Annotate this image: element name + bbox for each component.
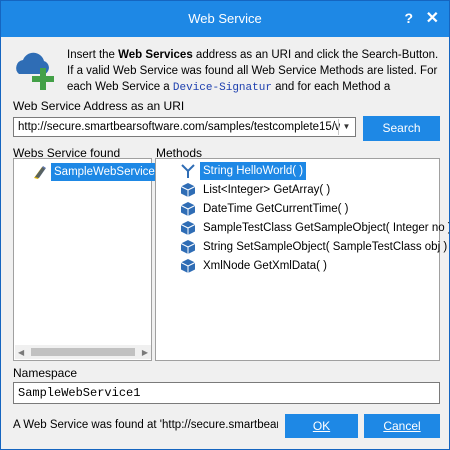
address-label: Web Service Address as an URI xyxy=(13,99,185,113)
methods-list[interactable]: String HelloWorld( ) List<Integer> GetAr… xyxy=(155,158,449,361)
help-button[interactable]: ? xyxy=(404,10,413,26)
status-text: A Web Service was found at 'http://secur… xyxy=(13,419,278,431)
ok-button[interactable]: OK xyxy=(285,414,358,438)
cube-icon xyxy=(180,183,196,197)
close-button[interactable]: ✕ xyxy=(426,8,439,28)
ok-label: OK xyxy=(312,419,331,433)
address-value: http://secure.smartbearsoftware.com/samp… xyxy=(18,121,340,133)
namespace-input[interactable]: SampleWebService1 xyxy=(13,382,440,404)
web-service-icon xyxy=(34,166,46,179)
namespace-value: SampleWebService1 xyxy=(18,386,141,400)
service-item-samplewebservice[interactable]: SampleWebService xyxy=(32,163,164,181)
search-button[interactable]: Search xyxy=(363,116,440,141)
title-bar[interactable]: Web Service ? ✕ xyxy=(1,1,449,37)
device-signature-term: Device-Signatur xyxy=(172,82,272,94)
cloud-add-icon xyxy=(16,52,54,90)
chevron-down-icon[interactable]: ▼ xyxy=(338,119,354,135)
method-label: List<Integer> GetArray( ) xyxy=(203,184,331,196)
cube-icon xyxy=(180,221,196,235)
cancel-button[interactable]: Cancel xyxy=(364,414,440,438)
method-item[interactable]: XmlNode GetXmlData( ) xyxy=(180,257,436,275)
method-label: XmlNode GetXmlData( ) xyxy=(203,260,327,272)
namespace-label: Namespace xyxy=(13,366,78,380)
web-service-dialog: Web Service ? ✕ Insert the Web Services … xyxy=(0,0,450,450)
method-item[interactable]: List<Integer> GetArray( ) xyxy=(180,181,436,199)
intro-text: Insert the Web Services address as an UR… xyxy=(67,49,439,94)
cube-icon xyxy=(180,202,196,216)
method-label: String HelloWorld( ) xyxy=(200,162,307,180)
services-list[interactable]: SampleWebService ◀ ▶ xyxy=(13,158,158,361)
cancel-label: Cancel xyxy=(383,419,421,433)
method-label: String SetSampleObject( SampleTestClass … xyxy=(203,241,448,253)
services-horizontal-scrollbar[interactable]: ◀ ▶ xyxy=(15,345,151,359)
method-item[interactable]: String HelloWorld( ) xyxy=(180,162,436,180)
service-item-label: SampleWebService xyxy=(51,163,158,181)
method-item[interactable]: DateTime GetCurrentTime( ) xyxy=(180,200,436,218)
method-item[interactable]: String SetSampleObject( SampleTestClass … xyxy=(180,238,447,256)
cube-icon xyxy=(180,259,196,273)
scroll-left-icon[interactable]: ◀ xyxy=(18,348,24,357)
address-combobox[interactable]: http://secure.smartbearsoftware.com/samp… xyxy=(13,117,356,137)
method-selected-icon xyxy=(181,164,195,178)
scrollbar-thumb[interactable] xyxy=(31,348,135,356)
scroll-right-icon[interactable]: ▶ xyxy=(142,348,148,357)
cube-icon xyxy=(180,240,196,254)
window-title: Web Service xyxy=(188,11,262,26)
method-label: DateTime GetCurrentTime( ) xyxy=(203,203,349,215)
method-item[interactable]: SampleTestClass GetSampleObject( Integer… xyxy=(180,219,449,237)
method-label: SampleTestClass GetSampleObject( Integer… xyxy=(203,222,450,234)
